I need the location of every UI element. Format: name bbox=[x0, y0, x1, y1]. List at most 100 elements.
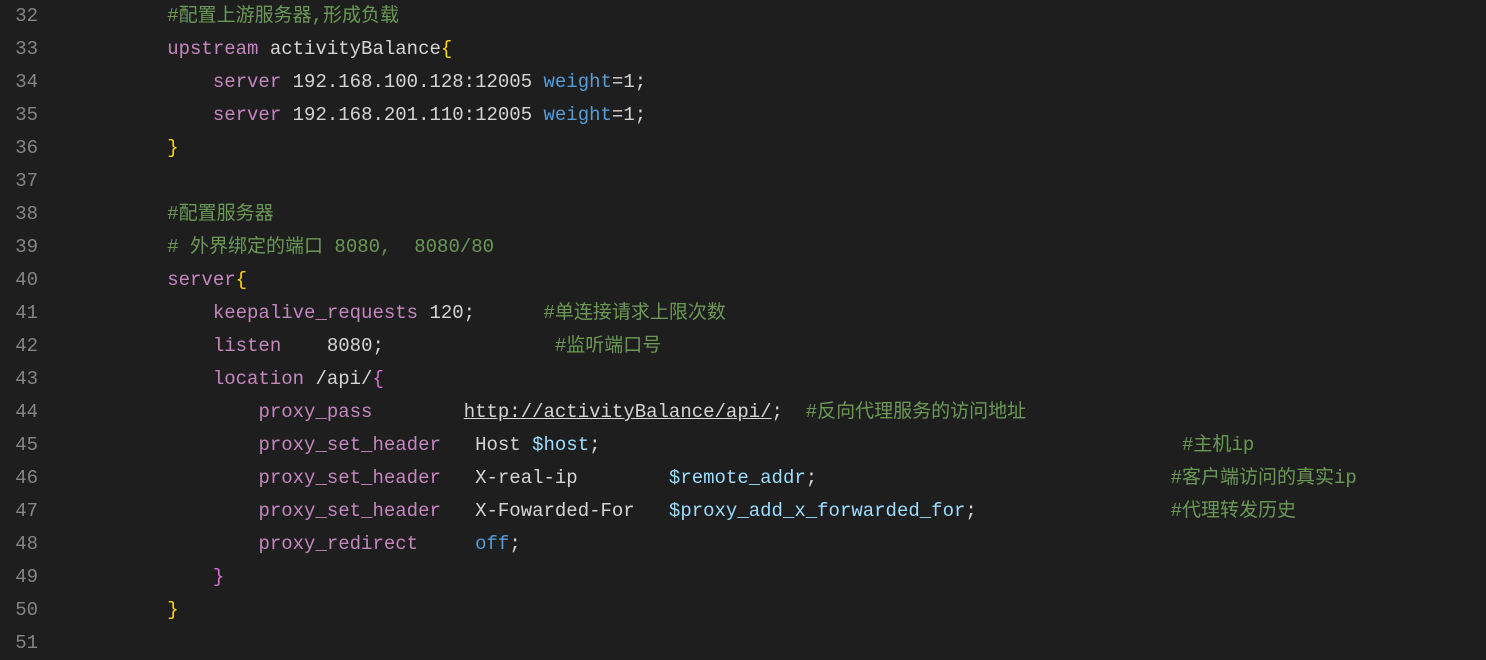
code-line[interactable]: proxy_set_header Host $host; #主机ip bbox=[76, 429, 1486, 462]
line-number: 43 bbox=[0, 363, 38, 396]
line-number: 51 bbox=[0, 627, 38, 660]
token: } bbox=[213, 566, 224, 588]
indent bbox=[76, 533, 258, 555]
token: weight bbox=[544, 104, 612, 126]
indent bbox=[76, 71, 213, 93]
token: proxy_set_header bbox=[258, 434, 440, 456]
token: server bbox=[213, 71, 281, 93]
code-line[interactable]: server{ bbox=[76, 264, 1486, 297]
token bbox=[384, 335, 555, 357]
line-number-gutter: 3233343536373839404142434445464748495051 bbox=[0, 0, 60, 649]
code-line[interactable]: } bbox=[76, 132, 1486, 165]
token: ; bbox=[372, 335, 383, 357]
indent bbox=[76, 500, 258, 522]
line-number: 39 bbox=[0, 231, 38, 264]
token: ; bbox=[635, 104, 646, 126]
indent bbox=[76, 203, 167, 225]
code-line[interactable]: proxy_pass http://activityBalance/api/; … bbox=[76, 396, 1486, 429]
indent bbox=[76, 401, 258, 423]
code-editor[interactable]: 3233343536373839404142434445464748495051… bbox=[0, 0, 1486, 649]
code-line[interactable]: #配置上游服务器,形成负载 bbox=[76, 0, 1486, 33]
token: http://activityBalance/api/ bbox=[464, 401, 772, 423]
indent bbox=[76, 368, 213, 390]
line-number: 50 bbox=[0, 594, 38, 627]
token: $proxy_add_x_forwarded_for bbox=[669, 500, 965, 522]
token: #单连接请求上限次数 bbox=[544, 302, 726, 324]
token bbox=[977, 500, 1171, 522]
line-number: 42 bbox=[0, 330, 38, 363]
line-number: 45 bbox=[0, 429, 38, 462]
token: Host bbox=[441, 434, 532, 456]
line-number: 46 bbox=[0, 462, 38, 495]
indent bbox=[76, 434, 258, 456]
token: 8080 bbox=[281, 335, 372, 357]
line-number: 38 bbox=[0, 198, 38, 231]
token: #主机ip bbox=[1182, 434, 1254, 456]
token bbox=[372, 401, 463, 423]
indent bbox=[76, 302, 213, 324]
token: keepalive_requests bbox=[213, 302, 418, 324]
code-line[interactable] bbox=[76, 627, 1486, 660]
token: } bbox=[167, 137, 178, 159]
token bbox=[817, 467, 1170, 489]
line-number: 36 bbox=[0, 132, 38, 165]
line-number: 48 bbox=[0, 528, 38, 561]
token: ; bbox=[464, 302, 475, 324]
token: #反向代理服务的访问地址 bbox=[806, 401, 1026, 423]
code-line[interactable]: listen 8080; #监听端口号 bbox=[76, 330, 1486, 363]
token: ; bbox=[589, 434, 600, 456]
code-line[interactable]: # 外界绑定的端口 8080, 8080/80 bbox=[76, 231, 1486, 264]
token: 192.168.100.128:12005 bbox=[281, 71, 543, 93]
indent bbox=[76, 335, 213, 357]
token: ; bbox=[509, 533, 520, 555]
token: $remote_addr bbox=[669, 467, 806, 489]
token: =1 bbox=[612, 104, 635, 126]
token: ; bbox=[635, 71, 646, 93]
token: #监听端口号 bbox=[555, 335, 661, 357]
line-number: 34 bbox=[0, 66, 38, 99]
token: server bbox=[213, 104, 281, 126]
code-line[interactable]: } bbox=[76, 594, 1486, 627]
line-number: 49 bbox=[0, 561, 38, 594]
token: /api/ bbox=[304, 368, 372, 390]
token: } bbox=[167, 599, 178, 621]
code-line[interactable] bbox=[76, 165, 1486, 198]
code-line[interactable]: proxy_set_header X-Fowarded-For $proxy_a… bbox=[76, 495, 1486, 528]
code-area[interactable]: #配置上游服务器,形成负载 upstream activityBalance{ … bbox=[60, 0, 1486, 649]
token: ; bbox=[965, 500, 976, 522]
line-number: 44 bbox=[0, 396, 38, 429]
code-line[interactable]: #配置服务器 bbox=[76, 198, 1486, 231]
token: proxy_set_header bbox=[258, 500, 440, 522]
token: { bbox=[372, 368, 383, 390]
code-line[interactable]: keepalive_requests 120; #单连接请求上限次数 bbox=[76, 297, 1486, 330]
token: proxy_set_header bbox=[258, 467, 440, 489]
token: X-real-ip bbox=[441, 467, 669, 489]
indent bbox=[76, 269, 167, 291]
code-line[interactable]: upstream activityBalance{ bbox=[76, 33, 1486, 66]
token bbox=[475, 302, 543, 324]
token: { bbox=[236, 269, 247, 291]
indent bbox=[76, 137, 167, 159]
indent bbox=[76, 599, 167, 621]
token: ; bbox=[772, 401, 783, 423]
line-number: 33 bbox=[0, 33, 38, 66]
code-line[interactable]: location /api/{ bbox=[76, 363, 1486, 396]
line-number: 35 bbox=[0, 99, 38, 132]
code-line[interactable]: proxy_redirect off; bbox=[76, 528, 1486, 561]
line-number: 32 bbox=[0, 0, 38, 33]
token: activityBalance bbox=[258, 38, 440, 60]
token bbox=[418, 533, 475, 555]
line-number: 40 bbox=[0, 264, 38, 297]
token bbox=[601, 434, 1183, 456]
token: { bbox=[441, 38, 452, 60]
token: listen bbox=[213, 335, 281, 357]
token bbox=[783, 401, 806, 423]
token: #配置上游服务器,形成负载 bbox=[167, 5, 399, 27]
code-line[interactable]: server 192.168.100.128:12005 weight=1; bbox=[76, 66, 1486, 99]
line-number: 47 bbox=[0, 495, 38, 528]
code-line[interactable]: } bbox=[76, 561, 1486, 594]
token: #代理转发历史 bbox=[1171, 500, 1296, 522]
code-line[interactable]: server 192.168.201.110:12005 weight=1; bbox=[76, 99, 1486, 132]
code-line[interactable]: proxy_set_header X-real-ip $remote_addr;… bbox=[76, 462, 1486, 495]
token: # 外界绑定的端口 8080, 8080/80 bbox=[167, 236, 494, 258]
